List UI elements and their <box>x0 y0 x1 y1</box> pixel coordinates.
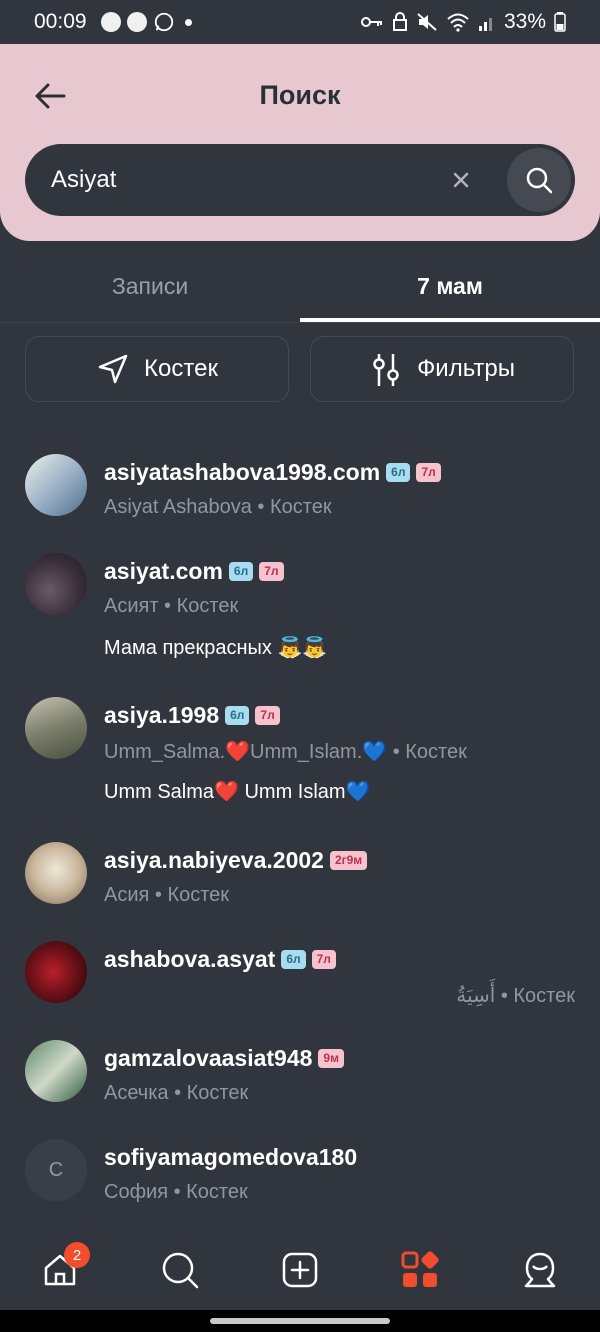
search-bar <box>25 144 575 216</box>
username: ashabova.asyat <box>104 946 276 972</box>
age-badge: 7л <box>416 463 441 482</box>
age-badge: 7л <box>255 706 280 725</box>
nav-search[interactable] <box>150 1240 210 1300</box>
status-time: 00:09 <box>34 10 87 33</box>
more-notifications-dot <box>184 18 192 26</box>
user-subtitle: Костек • أَسِيَةُ <box>456 985 575 1007</box>
location-filter-label: Костек <box>144 355 218 382</box>
avatar <box>25 697 87 759</box>
nav-services[interactable] <box>390 1240 450 1300</box>
avatar <box>25 553 87 615</box>
avatar <box>25 1040 87 1102</box>
user-subtitle: Асият • Костек <box>104 595 239 617</box>
age-badge: 6л <box>281 950 306 969</box>
battery-percent: 33% <box>503 10 546 33</box>
age-badge: 6л <box>228 562 254 581</box>
lock-icon <box>392 12 407 31</box>
add-icon <box>282 1252 318 1288</box>
avatar <box>25 842 87 904</box>
search-input[interactable] <box>51 144 431 216</box>
home-gesture-handle[interactable] <box>210 1318 390 1324</box>
notification-count-badge: 2 <box>64 1242 90 1268</box>
system-navigation-bar <box>0 1310 600 1332</box>
search-icon <box>162 1252 199 1289</box>
user-subtitle: Asiyat Ashabova • Костек <box>104 496 332 518</box>
bottom-navigation: 2 <box>0 1230 600 1310</box>
user-bio: Umm Salma❤️ Umm Islam💙 <box>104 781 371 803</box>
username: sofiyamagomedova180 <box>104 1144 358 1170</box>
location-arrow-icon <box>98 354 128 384</box>
avatar <box>25 454 87 516</box>
divider <box>0 322 600 323</box>
wifi-icon <box>447 13 469 32</box>
username: asiyatashabova1998.com <box>104 459 381 485</box>
username: asiya.1998 <box>104 702 220 728</box>
user-bio: Мама прекрасных 👼👼 <box>104 637 328 659</box>
username: asiyat.com <box>104 558 223 584</box>
nav-create[interactable] <box>270 1240 330 1300</box>
profile-icon <box>524 1252 556 1288</box>
filters-button[interactable]: Фильтры <box>310 336 574 402</box>
tab-moms[interactable]: 7 мам <box>300 250 600 322</box>
user-subtitle: София • Костек <box>104 1181 248 1203</box>
tab-posts[interactable]: Записи <box>0 250 300 322</box>
close-icon <box>453 172 469 188</box>
age-badge: 9м <box>318 1049 344 1068</box>
notification-icon <box>126 12 147 32</box>
apps-grid-icon <box>401 1251 439 1287</box>
search-button[interactable] <box>507 148 571 212</box>
result-tabs: Записи 7 мам <box>0 250 600 322</box>
clear-search-button[interactable] <box>445 164 477 196</box>
whatsapp-icon <box>154 12 173 32</box>
age-badge: 6л <box>386 463 411 482</box>
age-badge: 2г9м <box>329 851 368 870</box>
search-icon <box>526 167 553 194</box>
user-subtitle: Асия • Костек <box>104 884 230 906</box>
nav-home[interactable]: 2 <box>30 1240 90 1300</box>
key-icon <box>360 17 382 27</box>
user-subtitle: Umm_Salma.❤️Umm_Islam.💙 • Костек <box>104 741 467 763</box>
age-badge: 7л <box>259 562 284 581</box>
avatar <box>25 941 87 1003</box>
signal-icon <box>478 18 492 31</box>
sliders-icon <box>373 354 399 386</box>
search-header: Поиск <box>0 44 600 241</box>
filters-label: Фильтры <box>417 355 515 382</box>
avatar: С <box>25 1139 87 1201</box>
status-bar: 00:09 33% <box>0 0 600 44</box>
page-title: Поиск <box>259 80 341 110</box>
nav-profile[interactable] <box>510 1240 570 1300</box>
mute-icon <box>417 13 437 31</box>
age-badge: 6л <box>225 706 250 725</box>
battery-icon <box>554 12 566 32</box>
location-filter-button[interactable]: Костек <box>25 336 289 402</box>
username: gamzalovaasiat948 <box>104 1045 313 1071</box>
username: asiya.nabiyeva.2002 <box>104 847 324 873</box>
age-badge: 7л <box>311 950 336 969</box>
notification-icon <box>100 12 121 32</box>
user-subtitle: Асечка • Костек <box>104 1082 249 1104</box>
